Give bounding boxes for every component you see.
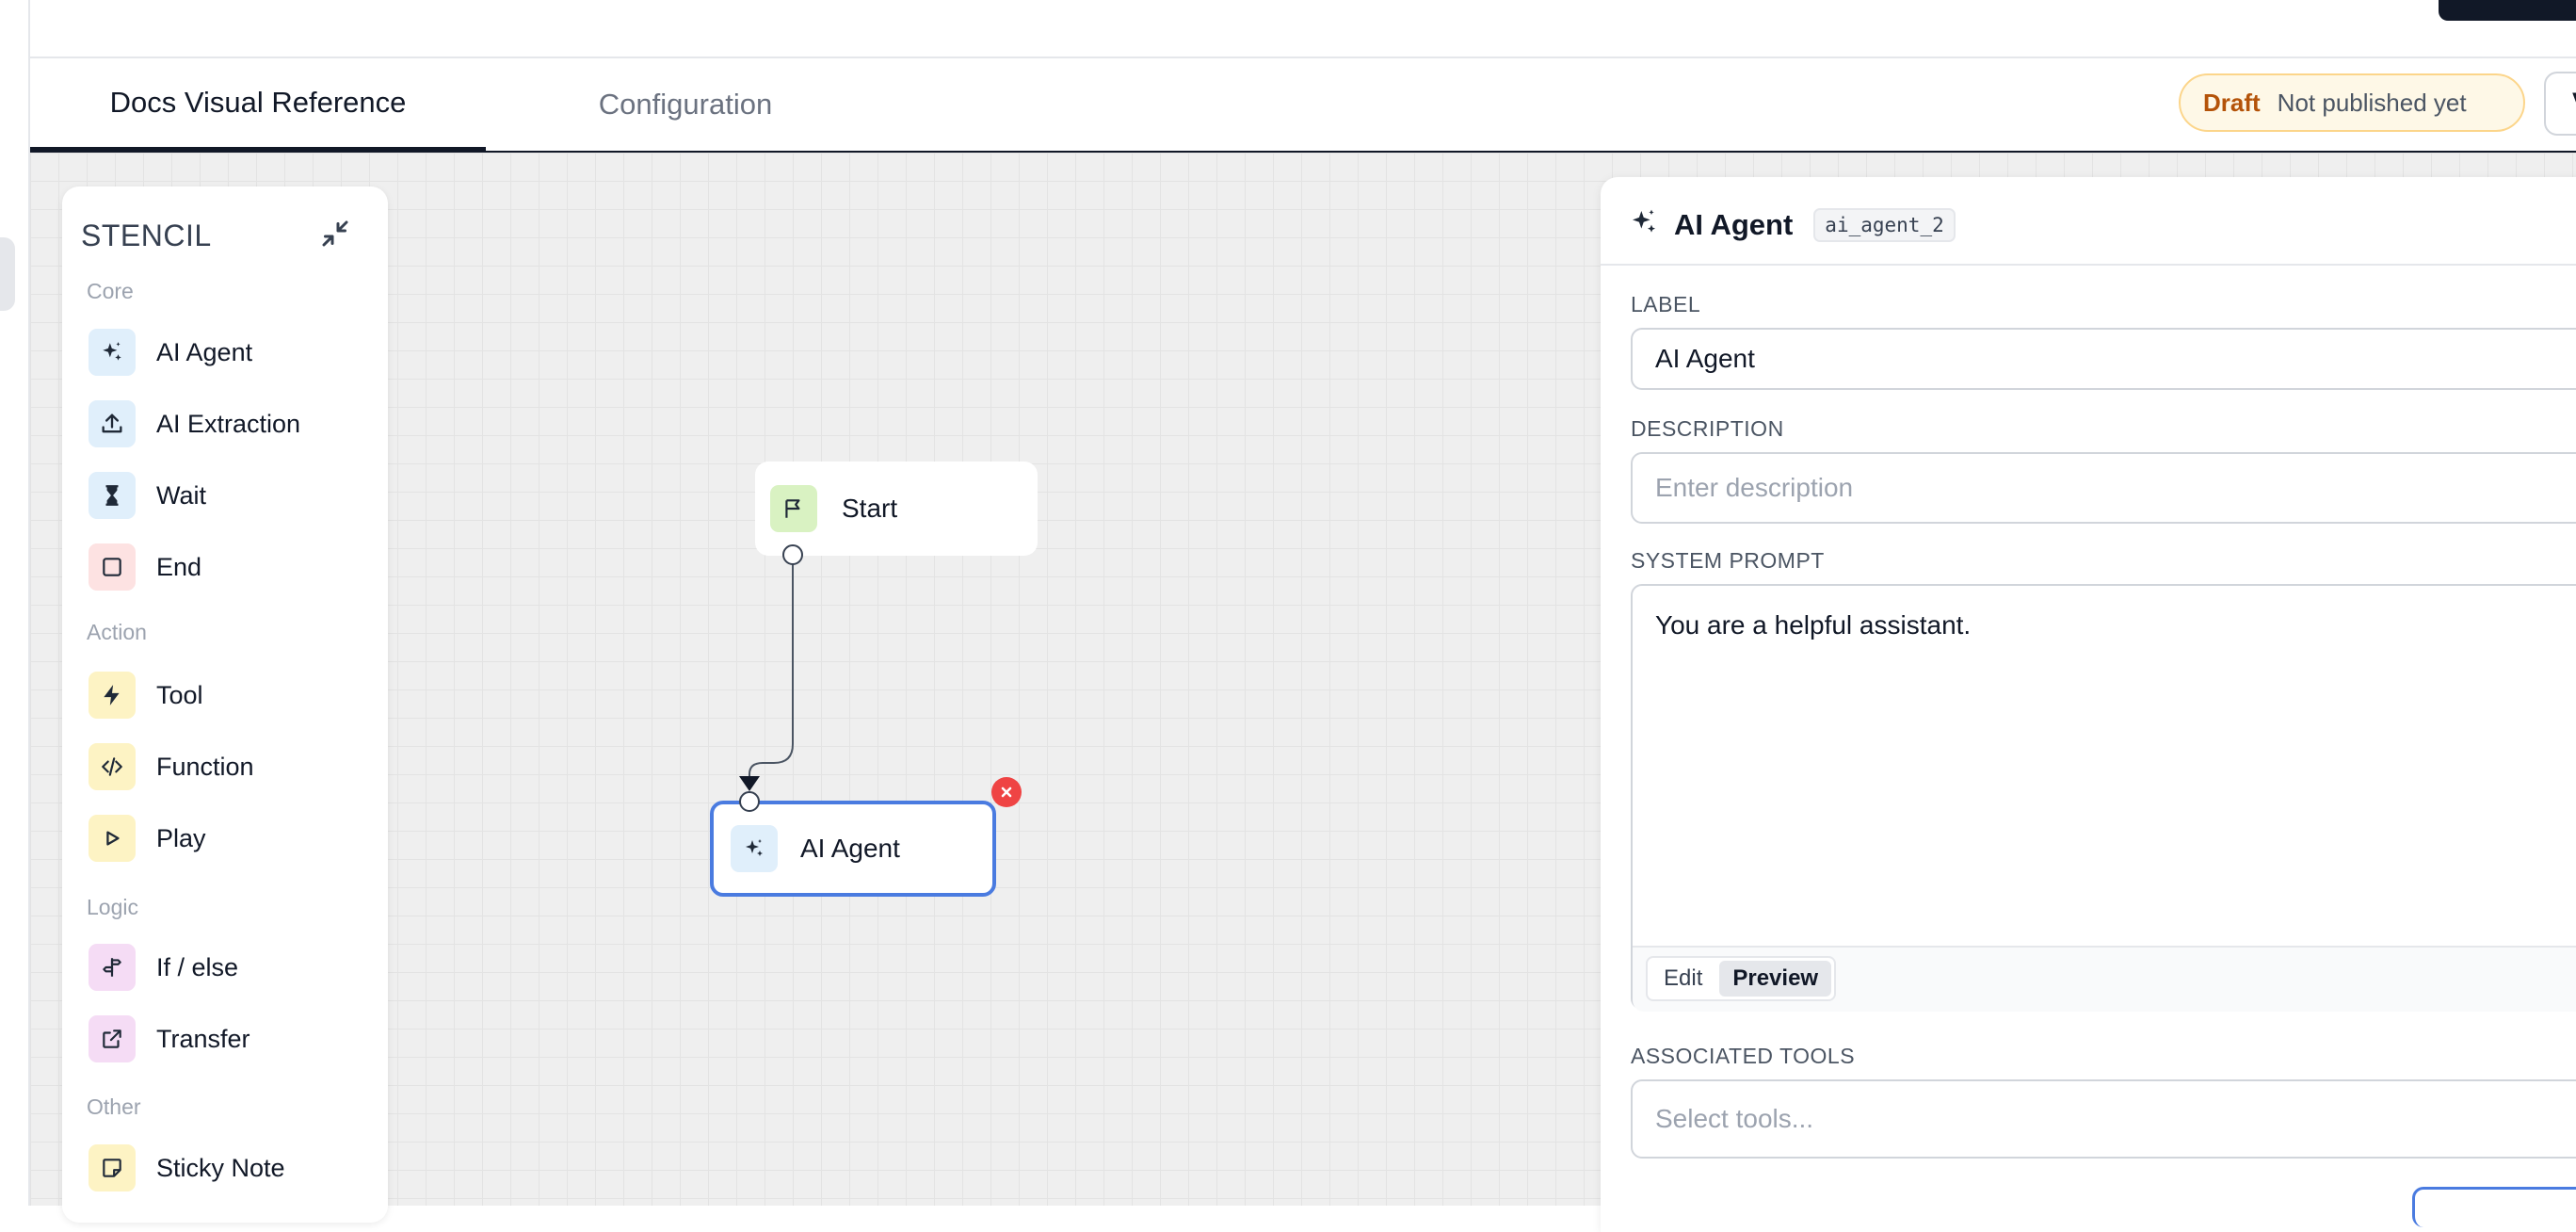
description-heading: DESCRIPTION bbox=[1631, 416, 1784, 441]
version-button[interactable]: Ve bbox=[2544, 72, 2576, 136]
square-icon bbox=[89, 543, 136, 591]
stencil-item-label: Transfer bbox=[156, 1024, 250, 1053]
code-icon bbox=[89, 743, 136, 790]
upload-icon bbox=[89, 400, 136, 447]
top-bar bbox=[30, 0, 2576, 58]
signpost-icon bbox=[89, 944, 136, 991]
stencil-item-tool[interactable]: Tool bbox=[89, 671, 203, 720]
stencil-item-if-else[interactable]: If / else bbox=[89, 943, 238, 992]
top-action-button[interactable] bbox=[2439, 0, 2576, 21]
node-label: Start bbox=[842, 494, 898, 523]
panel-header: AI Agent ai_agent_2 bbox=[1629, 207, 1956, 242]
delete-node-button[interactable] bbox=[991, 777, 1022, 807]
start-node-output-handle[interactable] bbox=[782, 544, 803, 565]
stencil-item-label: If / else bbox=[156, 952, 239, 981]
hourglass-icon bbox=[89, 472, 136, 519]
system-prompt-editor[interactable]: You are a helpful assistant. Edit Previe… bbox=[1631, 584, 2576, 1012]
ai-agent-node[interactable]: AI Agent bbox=[710, 801, 996, 897]
section-action: Action bbox=[87, 620, 147, 644]
tab-configuration[interactable]: Configuration bbox=[486, 58, 885, 151]
stencil-title: STENCIL bbox=[81, 219, 212, 252]
stencil-item-label: Function bbox=[156, 752, 254, 781]
system-prompt-text: You are a helpful assistant. bbox=[1655, 610, 1972, 640]
stencil-item-play[interactable]: Play bbox=[89, 814, 206, 863]
tab-docs-visual-reference[interactable]: Docs Visual Reference bbox=[30, 58, 486, 151]
stencil-item-sticky-note[interactable]: Sticky Note bbox=[89, 1143, 285, 1192]
prompt-editor-footer: Edit Preview bbox=[1633, 946, 2576, 1012]
stencil-item-label: AI Extraction bbox=[156, 409, 301, 438]
stencil-panel: STENCIL Core AI Agent AI Extraction Wait… bbox=[62, 186, 388, 1223]
stencil-item-function[interactable]: Function bbox=[89, 742, 254, 791]
status-badge: Draft Not published yet bbox=[2179, 73, 2525, 132]
flag-icon bbox=[770, 485, 817, 532]
divider bbox=[1601, 264, 2576, 266]
lightning-icon bbox=[89, 672, 136, 719]
tab-bar: Docs Visual Reference Configuration Draf… bbox=[30, 58, 2576, 153]
sparkles-icon bbox=[1629, 207, 1659, 242]
close-icon bbox=[1001, 786, 1012, 798]
publish-status-text: Not published yet bbox=[2277, 88, 2467, 117]
label-heading: LABEL bbox=[1631, 292, 1701, 316]
properties-panel: AI Agent ai_agent_2 LABEL AI Agent DESCR… bbox=[1601, 177, 2576, 1232]
sticky-note-icon bbox=[89, 1144, 136, 1191]
sparkles-icon bbox=[89, 329, 136, 376]
collapse-icon[interactable] bbox=[318, 217, 352, 251]
panel-title: AI Agent bbox=[1674, 207, 1794, 241]
play-icon bbox=[89, 815, 136, 862]
edit-tab[interactable]: Edit bbox=[1650, 961, 1715, 997]
panel-action-button[interactable] bbox=[2412, 1187, 2576, 1227]
stencil-item-transfer[interactable]: Transfer bbox=[89, 1014, 250, 1063]
associated-tools-heading: ASSOCIATED TOOLS bbox=[1631, 1044, 1856, 1068]
stencil-item-end[interactable]: End bbox=[89, 543, 201, 592]
stencil-item-ai-extraction[interactable]: AI Extraction bbox=[89, 399, 300, 448]
stencil-item-ai-agent[interactable]: AI Agent bbox=[89, 328, 252, 377]
stencil-item-label: End bbox=[156, 552, 202, 581]
description-input[interactable]: Enter description bbox=[1631, 452, 2576, 524]
stencil-item-label: Play bbox=[156, 823, 206, 852]
section-other: Other bbox=[87, 1094, 141, 1119]
external-link-icon bbox=[89, 1015, 136, 1062]
tools-select[interactable]: Select tools... bbox=[1631, 1079, 2576, 1159]
node-id-badge: ai_agent_2 bbox=[1813, 207, 1956, 242]
rail-toggle[interactable] bbox=[0, 237, 15, 311]
preview-tab[interactable]: Preview bbox=[1719, 961, 1832, 997]
ai-agent-node-input-handle[interactable] bbox=[739, 791, 760, 812]
label-input[interactable]: AI Agent bbox=[1631, 328, 2576, 390]
stencil-item-wait[interactable]: Wait bbox=[89, 471, 206, 520]
sparkles-icon bbox=[731, 825, 778, 872]
section-logic: Logic bbox=[87, 895, 138, 919]
node-label: AI Agent bbox=[800, 834, 900, 863]
stencil-item-label: Sticky Note bbox=[156, 1153, 285, 1182]
stencil-item-label: AI Agent bbox=[156, 337, 253, 366]
left-rail bbox=[0, 0, 30, 1206]
start-node[interactable]: Start bbox=[755, 462, 1038, 556]
stencil-item-label: Wait bbox=[156, 480, 206, 510]
section-core: Core bbox=[87, 279, 134, 303]
stencil-item-label: Tool bbox=[156, 680, 203, 709]
system-prompt-heading: SYSTEM PROMPT bbox=[1631, 548, 1825, 573]
draft-label: Draft bbox=[2203, 88, 2261, 117]
edit-preview-toggle: Edit Preview bbox=[1646, 956, 1837, 1001]
